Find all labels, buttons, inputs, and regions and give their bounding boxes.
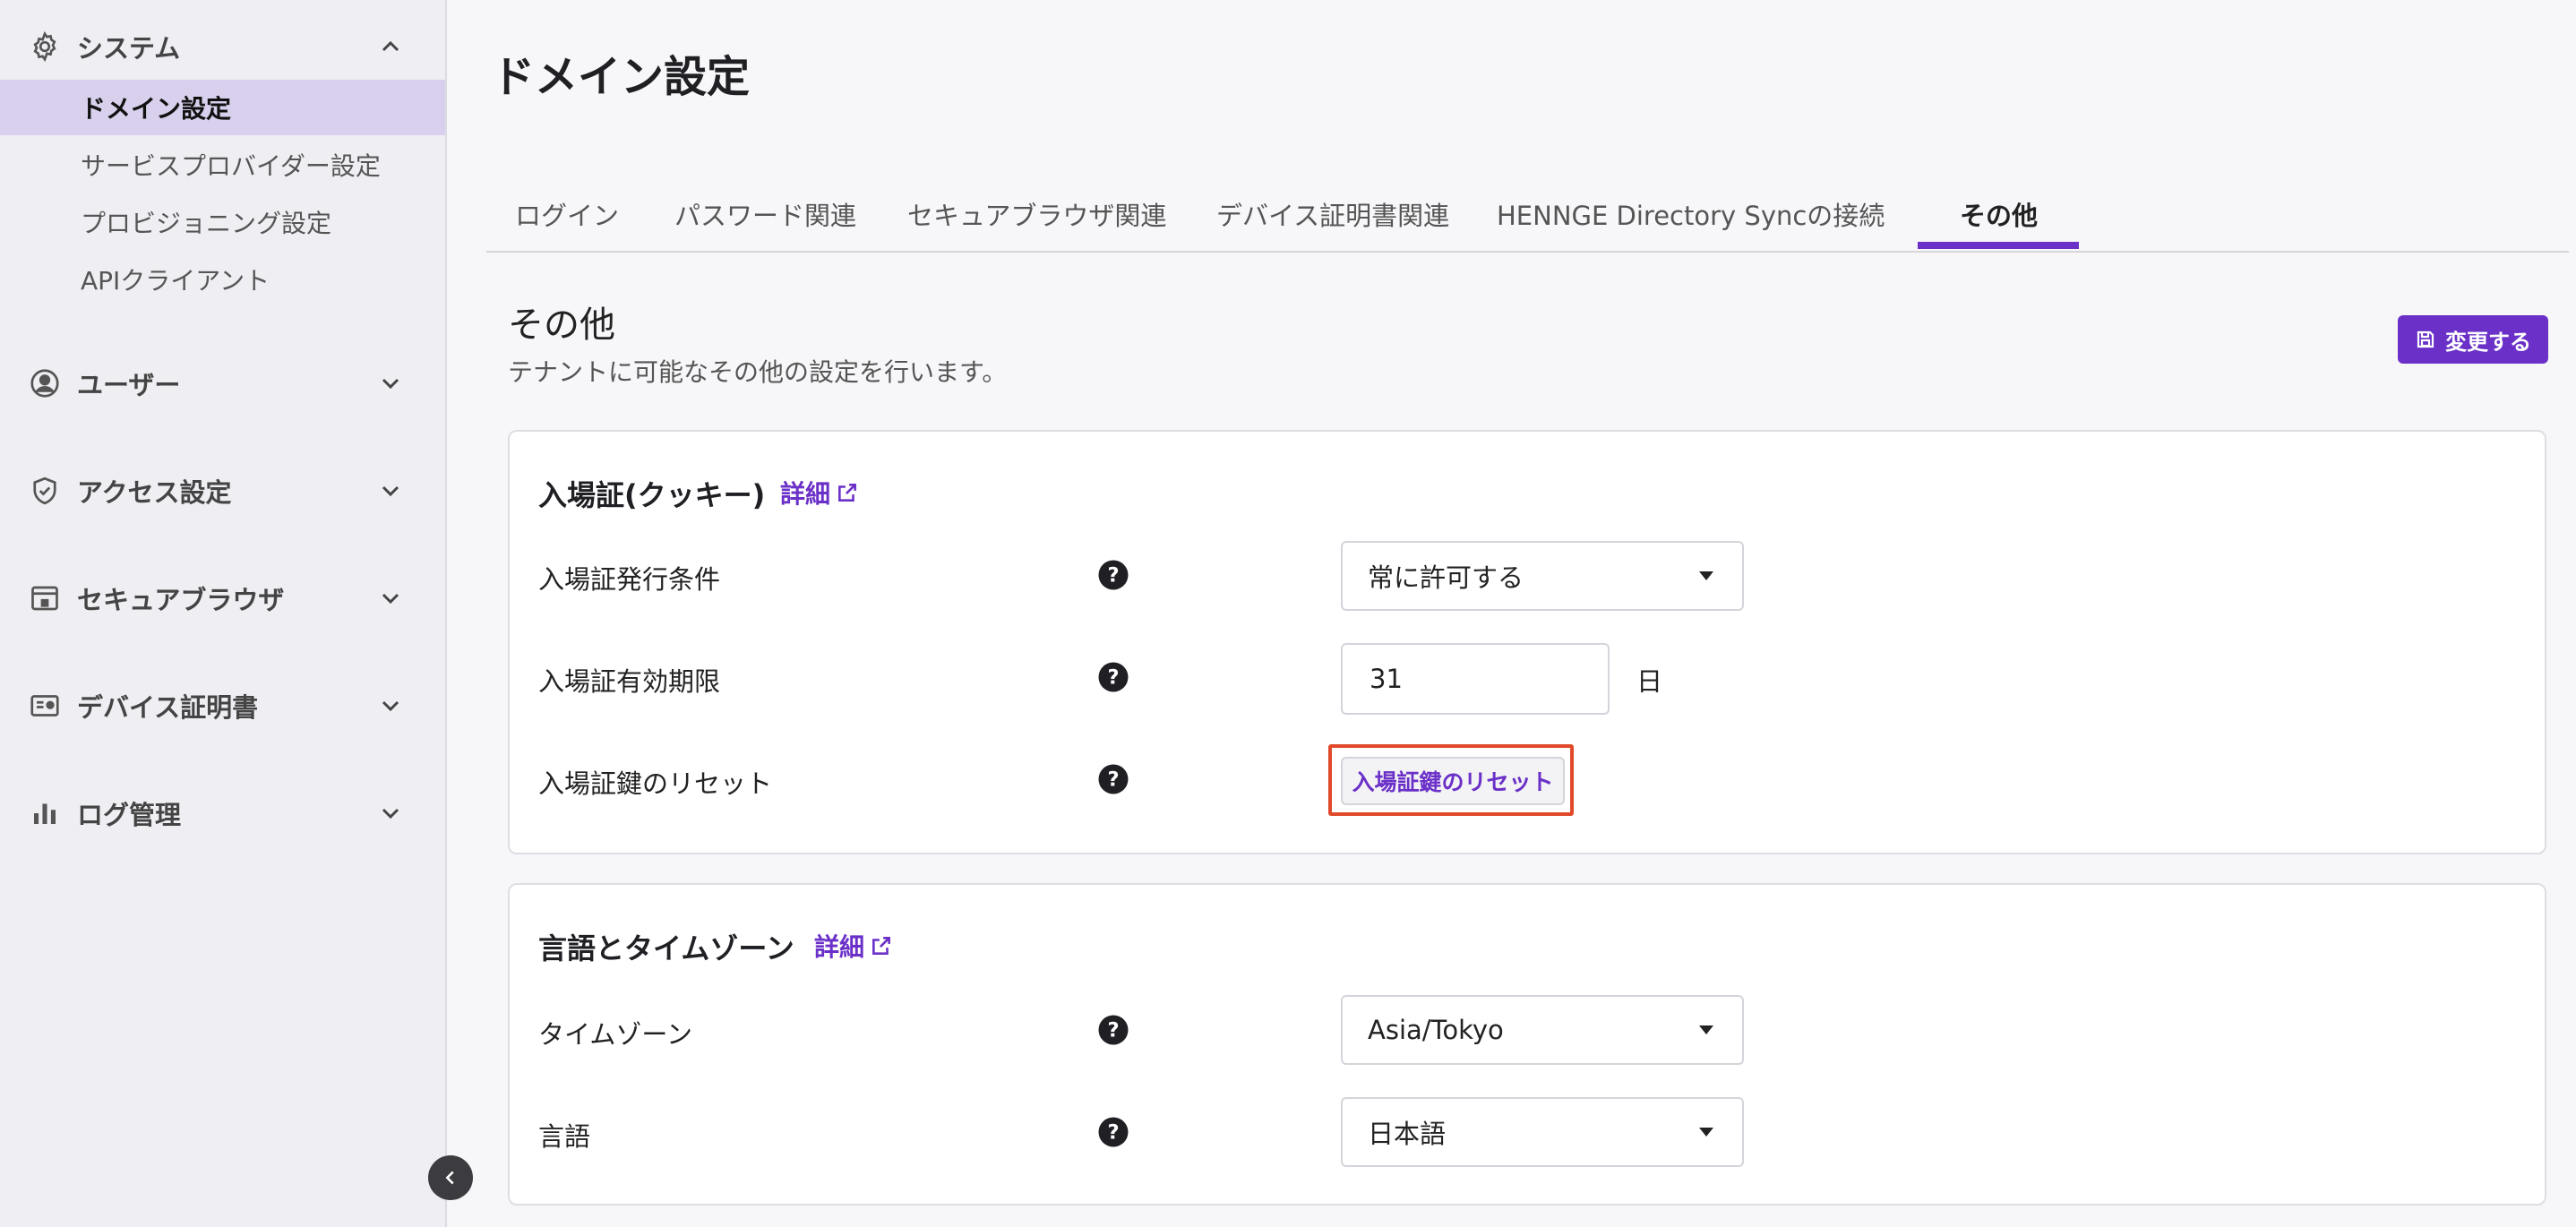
tab-secure-browser[interactable]: セキュアブラウザ関連 (907, 179, 1166, 249)
reset-cookie-key-button[interactable]: 入場証鍵のリセット (1341, 757, 1565, 805)
detail-link-label: 詳細 (814, 932, 865, 962)
language-timezone-card: 言語とタイムゾーン 詳細 タイムゾーン ? Asia/Tokyo 言語 ? 日本… (508, 883, 2546, 1206)
bar-chart-icon (34, 803, 56, 824)
chevron-up-icon[interactable] (376, 32, 405, 61)
user-icon (30, 369, 59, 398)
save-button-label: 変更する (2445, 329, 2531, 355)
tab-other[interactable]: その他 (1960, 179, 2038, 249)
active-tab-indicator (1918, 242, 2079, 249)
sidebar-section-label: デバイス証明書 (77, 692, 259, 723)
certificate-icon (30, 695, 59, 716)
sidebar-section-device-cert[interactable]: デバイス証明書 (0, 679, 445, 733)
sidebar-item-label: サービスプロバイダー設定 (81, 151, 381, 181)
shield-icon (33, 476, 56, 505)
select-value: 常に許可する (1368, 562, 1524, 593)
sidebar-section-label: システム (77, 33, 181, 64)
sidebar-section-access[interactable]: アクセス設定 (0, 464, 445, 518)
help-icon[interactable]: ? (1097, 763, 1129, 795)
expiry-label: 入場証有効期限 (538, 666, 721, 697)
chevron-down-icon[interactable] (376, 691, 405, 720)
chevron-down-icon[interactable] (376, 476, 405, 505)
input-value: 31 (1370, 664, 1403, 694)
timezone-select[interactable]: Asia/Tokyo (1341, 995, 1744, 1065)
chevron-down-icon[interactable] (376, 584, 405, 613)
gear-icon (33, 30, 56, 63)
expiry-days-input[interactable]: 31 (1341, 643, 1610, 715)
svg-text:?: ? (1107, 768, 1119, 792)
tab-login[interactable]: ログイン (515, 179, 619, 249)
expiry-unit: 日 (1636, 666, 1663, 697)
language-select[interactable]: 日本語 (1341, 1097, 1744, 1167)
sidebar-section-logs[interactable]: ログ管理 (0, 786, 445, 840)
tab-bar: ログイン パスワード関連 セキュアブラウザ関連 デバイス証明書関連 HENNGE… (486, 179, 2569, 253)
tab-password[interactable]: パスワード関連 (674, 179, 856, 249)
save-icon (2417, 330, 2434, 348)
help-icon[interactable]: ? (1097, 661, 1129, 693)
reset-key-label: 入場証鍵のリセット (538, 768, 773, 799)
card-title: 言語とタイムゾーン (538, 931, 794, 965)
tab-device-cert[interactable]: デバイス証明書関連 (1216, 179, 1449, 249)
help-icon[interactable]: ? (1097, 1116, 1129, 1148)
external-link-icon (872, 937, 890, 955)
sidebar-item-provisioning[interactable]: プロビジョニング設定 (0, 194, 445, 250)
external-link-icon (838, 484, 856, 502)
svg-text:?: ? (1107, 1019, 1119, 1043)
issue-condition-select[interactable]: 常に許可する (1341, 541, 1744, 611)
detail-link-label: 詳細 (780, 479, 831, 509)
sidebar-section-secure-browser[interactable]: セキュアブラウザ (0, 571, 445, 625)
sidebar-item-label: ドメイン設定 (81, 94, 232, 124)
main-content: ドメイン設定 ログイン パスワード関連 セキュアブラウザ関連 デバイス証明書関連… (447, 0, 2576, 1227)
select-value: Asia/Tokyo (1368, 1015, 1504, 1045)
svg-text:?: ? (1107, 564, 1119, 588)
language-label: 言語 (538, 1121, 591, 1152)
help-icon[interactable]: ? (1097, 559, 1129, 591)
sidebar-section-users[interactable]: ユーザー (0, 356, 445, 410)
card-title: 入場証(クッキー) (538, 478, 766, 512)
sidebar: システム ドメイン設定 サービスプロバイダー設定 プロビジョニング設定 APIク… (0, 0, 447, 1227)
issue-condition-label: 入場証発行条件 (538, 564, 721, 595)
sidebar-item-label: プロビジョニング設定 (81, 209, 332, 238)
cookie-settings-card: 入場証(クッキー) 詳細 入場証発行条件 ? 常に許可する 入場証有効期限 ? … (508, 430, 2546, 854)
sidebar-section-label: セキュアブラウザ (77, 585, 285, 615)
sidebar-item-api-client[interactable]: APIクライアント (0, 252, 445, 307)
svg-text:?: ? (1107, 1121, 1119, 1145)
detail-link[interactable]: 詳細 (780, 475, 859, 511)
sidebar-item-service-provider[interactable]: サービスプロバイダー設定 (0, 137, 445, 193)
section-description: テナントに可能なその他の設定を行います。 (508, 357, 1008, 387)
select-value: 日本語 (1368, 1119, 1447, 1149)
tab-directory-sync[interactable]: HENNGE Directory Syncの接続 (1497, 179, 1885, 249)
dropdown-caret-icon (1699, 1025, 1713, 1034)
dropdown-caret-icon (1699, 1128, 1713, 1137)
detail-link[interactable]: 詳細 (814, 928, 893, 964)
timezone-label: タイムゾーン (538, 1019, 692, 1050)
sidebar-item-domain-settings[interactable]: ドメイン設定 (0, 80, 445, 135)
sidebar-section-label: ユーザー (77, 370, 181, 400)
section-title: その他 (508, 305, 615, 346)
save-button[interactable]: 変更する (2398, 315, 2548, 364)
help-icon[interactable]: ? (1097, 1014, 1129, 1046)
page-title: ドメイン設定 (492, 52, 751, 102)
sidebar-section-label: ログ管理 (77, 800, 182, 830)
svg-text:?: ? (1107, 666, 1119, 690)
chevron-down-icon[interactable] (376, 799, 405, 828)
reset-button-highlight: 入場証鍵のリセット (1328, 744, 1574, 816)
sidebar-section-label: アクセス設定 (77, 477, 232, 508)
browser-icon (31, 586, 58, 611)
dropdown-caret-icon (1699, 571, 1713, 580)
sidebar-section-system[interactable]: システム (0, 20, 445, 73)
chevron-down-icon[interactable] (376, 369, 405, 398)
sidebar-item-label: APIクライアント (81, 266, 270, 296)
